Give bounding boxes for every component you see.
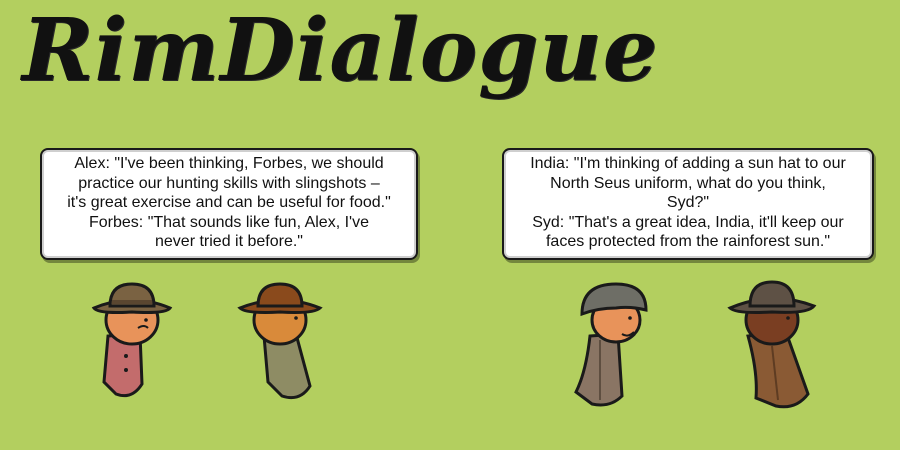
dialogue-line: practice our hunting skills with slingsh… — [78, 174, 380, 192]
game-title: RimDialogue — [22, 0, 659, 101]
dialogue-line: faces protected from the rainforest sun.… — [545, 233, 831, 250]
dialogue-line: it's great exercise and can be useful fo… — [67, 194, 391, 211]
pawn-forbes[interactable] — [234, 278, 326, 410]
dialogue-line: Alex: "I've been thinking, Forbes, we sh… — [74, 155, 384, 172]
dialogue-line: India: "I'm thinking of adding a sun hat… — [530, 155, 846, 172]
pawn-syd[interactable] — [722, 276, 822, 412]
pawn-india[interactable] — [570, 276, 662, 412]
dialogue-line: Forbes: "That sounds like fun, Alex, I'v… — [89, 213, 369, 231]
dialogue-line: North Seus uniform, what do you think, — [550, 174, 826, 192]
pawn-alex[interactable] — [86, 278, 178, 410]
cowboy-hat-icon — [91, 282, 173, 314]
helmet-icon — [580, 282, 648, 317]
cowboy-hat-icon — [727, 280, 817, 314]
dialogue-line: never tried it before." — [155, 233, 303, 250]
dialogue-line: Syd?" — [666, 194, 710, 211]
cowboy-hat-icon — [237, 282, 323, 314]
speech-bubble-left: Alex: "I've been thinking, Forbes, we sh… — [40, 148, 418, 260]
speech-bubble-right: India: "I'm thinking of adding a sun hat… — [502, 148, 874, 260]
dialogue-line: Syd: "That's a great idea, India, it'll … — [532, 213, 844, 231]
pawn-body — [574, 332, 624, 407]
